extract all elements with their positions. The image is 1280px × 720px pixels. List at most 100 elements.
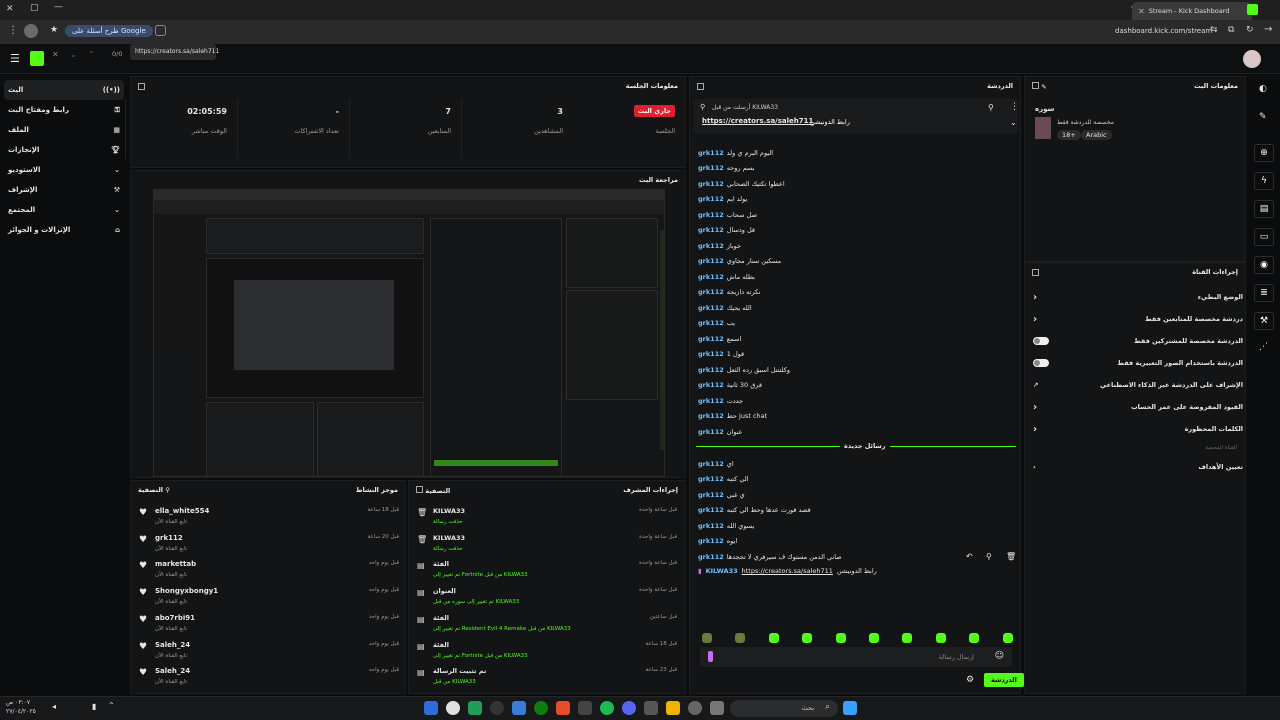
chat-username[interactable]: grk112 <box>698 475 724 483</box>
chat-link[interactable]: https://creators.sa/saleh711 <box>742 567 833 575</box>
taskbar-date[interactable]: ٢٧/٠٤/٢٠٢٥ <box>6 708 36 715</box>
copy-icon[interactable]: ⧉ <box>1228 25 1234 35</box>
emote-icon[interactable] <box>835 633 846 643</box>
chat-username[interactable]: grk112 <box>698 506 724 514</box>
settings-gear-icon[interactable]: ⚙ <box>966 675 974 685</box>
rail-button-1[interactable]: ⊕ <box>1254 144 1274 162</box>
mic-icon[interactable] <box>708 651 713 662</box>
channel-action-row[interactable]: › الوضع البطيء <box>1033 289 1243 305</box>
url-text[interactable]: dashboard.kick.com/stream <box>1115 27 1212 35</box>
activity-user[interactable]: grk112 <box>155 534 183 542</box>
delete-icon[interactable]: 🗑︎ <box>1006 552 1016 561</box>
emote-icon[interactable] <box>935 633 946 643</box>
tune-icon[interactable]: ⇆ <box>1210 25 1218 35</box>
channel-goals-row[interactable]: › تعيين الأهداف <box>1033 459 1243 475</box>
hamburger-icon[interactable]: ☰ <box>10 52 20 65</box>
mic-icon[interactable]: ▮ <box>92 702 96 711</box>
edit-icon[interactable]: ✎ <box>1259 112 1267 122</box>
pin-message-icon[interactable]: ⚲ <box>986 552 992 561</box>
chat-username[interactable]: grk112 <box>698 242 724 250</box>
chat-username[interactable]: grk112 <box>698 164 724 172</box>
pinned-link[interactable]: https://creators.sa/saleh711 <box>702 117 813 125</box>
app-icon-1[interactable] <box>424 701 438 715</box>
sidebar-item-studio[interactable]: الاستوديو ⌄ <box>0 160 128 180</box>
rail-button-4[interactable]: ▭ <box>1254 228 1274 246</box>
chat-username[interactable]: grk112 <box>698 211 724 219</box>
emote-icon[interactable] <box>768 633 779 643</box>
chat-username[interactable]: grk112 <box>698 366 724 374</box>
restore-window-icon[interactable]: ▢ <box>30 3 39 13</box>
expand-icon[interactable] <box>1032 81 1039 89</box>
emote-icon[interactable] <box>969 633 980 643</box>
find-up-icon[interactable]: ⌃ <box>88 50 95 59</box>
emote-icon[interactable] <box>902 633 913 643</box>
reload-icon[interactable]: ↻ <box>1246 25 1254 35</box>
activity-user[interactable]: Shongyxbongy1 <box>155 587 218 595</box>
unpin-icon[interactable]: ⚲ <box>988 103 994 112</box>
stream-preview-video[interactable] <box>153 189 665 477</box>
emoji-icon[interactable]: ☺ <box>995 651 1004 661</box>
taskbar-time[interactable]: ٠٣:٠٧ ص <box>6 699 30 706</box>
rail-button-6[interactable]: ≣ <box>1254 284 1274 302</box>
brave-icon[interactable] <box>556 701 570 715</box>
more-icon[interactable]: ⋮ <box>1010 102 1019 112</box>
channel-action-row[interactable]: الدردشة باستخدام الصور التعبيرية فقط <box>1033 355 1243 371</box>
chat-username[interactable]: grk112 <box>698 350 724 358</box>
google-ask-pill[interactable]: طرح أسئلة على Google <box>65 25 153 37</box>
toggle-switch[interactable] <box>1033 337 1049 345</box>
lens-icon[interactable] <box>155 25 166 36</box>
activity-user[interactable]: abo7rbi91 <box>155 614 195 622</box>
back-icon[interactable]: → <box>1264 24 1272 35</box>
chevron-right-icon[interactable]: › <box>1033 314 1037 325</box>
channel-action-row[interactable]: › دردشة مخصصة للمتابعين فقط <box>1033 311 1243 327</box>
chevron-right-icon[interactable]: › <box>1033 292 1037 303</box>
channel-action-row[interactable]: › الكلمات المحظورة <box>1033 421 1243 437</box>
sidebar-item-stream[interactable]: البث ((•)) <box>4 80 124 100</box>
activity-user[interactable]: Saleh_24 <box>155 641 190 649</box>
channel-action-row[interactable]: ↗ الإشراف على الدردشة عبر الذكاء الاصطناع… <box>1033 377 1243 393</box>
toggle-switch[interactable] <box>1033 359 1049 367</box>
tab-kick-dashboard[interactable]: ✕ Stream - Kick Dashboard <box>1132 2 1252 20</box>
chat-username[interactable]: grk112 <box>698 319 724 327</box>
menu-dots-icon[interactable]: ⋮ <box>8 25 18 36</box>
chrome-icon[interactable] <box>446 701 460 715</box>
tab-close-icon[interactable]: ✕ <box>1138 7 1145 16</box>
expand-icon[interactable] <box>697 82 704 90</box>
chat-send-button[interactable]: الدردشة <box>984 673 1024 687</box>
edit-icon[interactable]: ✎ <box>1041 83 1046 91</box>
theme-toggle-icon[interactable]: ◐ <box>1259 84 1267 94</box>
chat-username[interactable]: grk112 <box>698 491 724 499</box>
emote-icon[interactable] <box>802 633 813 643</box>
chat-username[interactable]: grk112 <box>698 335 724 343</box>
find-down-icon[interactable]: ⌄ <box>70 50 77 59</box>
activity-filter[interactable]: التصفية ⚲ <box>138 486 170 494</box>
chat-username[interactable]: grk112 <box>698 257 724 265</box>
chat-username[interactable]: grk112 <box>698 553 724 561</box>
rail-button-5[interactable]: ◉ <box>1254 256 1274 274</box>
app-icon-11[interactable] <box>644 701 658 715</box>
expand-icon[interactable] <box>138 82 145 90</box>
chat-username[interactable]: grk112 <box>698 195 724 203</box>
chat-username[interactable]: grk112 <box>698 381 724 389</box>
rail-button-2[interactable]: ϟ <box>1254 172 1274 190</box>
kick-logo[interactable] <box>30 51 44 66</box>
chat-username[interactable]: grk112 <box>698 522 724 530</box>
spotify-icon[interactable] <box>600 701 614 715</box>
sidebar-item-moderation[interactable]: الإشراف ⚒ <box>0 180 128 200</box>
taskbar-search[interactable]: بحث ⌕ <box>730 700 838 717</box>
reply-icon[interactable]: ↶ <box>966 552 973 561</box>
find-close-icon[interactable]: ✕ <box>52 50 59 59</box>
app-icon-4[interactable] <box>490 701 504 715</box>
chat-input[interactable]: إرسال رسالة ☺ <box>700 647 1012 667</box>
sidebar-item-profile[interactable]: الملف ▦ <box>0 120 128 140</box>
chat-username[interactable]: grk112 <box>698 537 724 545</box>
sidebar-item-achievements[interactable]: الإنجازات 🏆︎ <box>0 140 128 160</box>
chat-username[interactable]: grk112 <box>698 180 724 188</box>
windows-start-icon[interactable] <box>843 701 857 715</box>
chat-username[interactable]: KILWA33 <box>706 567 738 575</box>
external-link-icon[interactable]: ↗ <box>1033 381 1038 389</box>
sidebar-item-community[interactable]: المجتمع ⌄ <box>0 200 128 220</box>
xbox-icon[interactable] <box>534 701 548 715</box>
chat-username[interactable]: grk112 <box>698 288 724 296</box>
chat-username[interactable]: grk112 <box>698 273 724 281</box>
